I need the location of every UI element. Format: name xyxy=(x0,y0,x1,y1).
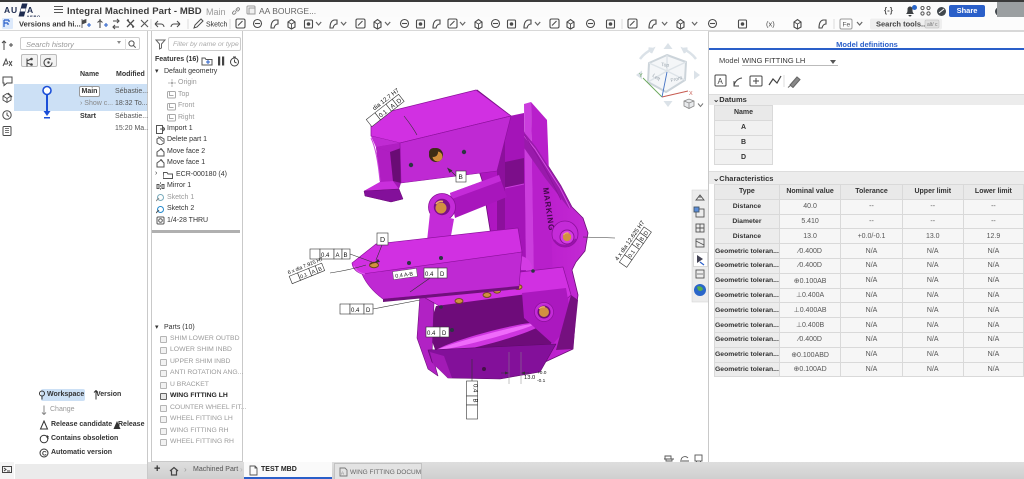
svg-text:0.4: 0.4 xyxy=(427,331,436,337)
svg-text:D: D xyxy=(440,272,445,278)
svg-text:Versions and hi...: Versions and hi... xyxy=(19,20,81,29)
svg-text:Sketch: Sketch xyxy=(206,22,228,29)
svg-text:A: A xyxy=(718,77,724,86)
svg-text:Y: Y xyxy=(639,73,643,79)
svg-text:B: B xyxy=(344,253,348,259)
svg-text:A: A xyxy=(4,5,10,15)
svg-text:alt/ c: alt/ c xyxy=(927,22,938,28)
svg-text:B: B xyxy=(459,174,463,181)
svg-text:X: X xyxy=(689,91,693,97)
svg-text:0.4: 0.4 xyxy=(351,308,360,314)
svg-text:D: D xyxy=(380,237,385,244)
svg-text:-0.1: -0.1 xyxy=(537,378,546,384)
svg-text:A: A xyxy=(336,253,340,259)
svg-text:0.4: 0.4 xyxy=(472,384,478,393)
svg-text:Search tools...: Search tools... xyxy=(876,20,927,29)
svg-text:D: D xyxy=(442,331,447,337)
svg-text:B: B xyxy=(472,399,478,403)
svg-text:U: U xyxy=(11,5,17,15)
svg-text:13.0: 13.0 xyxy=(524,375,535,381)
svg-text:+0.0: +0.0 xyxy=(537,370,547,376)
svg-text:(x): (x) xyxy=(766,20,775,29)
svg-text:Top: Top xyxy=(661,62,670,69)
svg-text:0.4: 0.4 xyxy=(425,272,434,278)
svg-text:D: D xyxy=(366,308,371,314)
svg-text:A: A xyxy=(341,471,344,476)
svg-text:Fe: Fe xyxy=(843,22,851,29)
svg-text:C: C xyxy=(42,451,47,458)
